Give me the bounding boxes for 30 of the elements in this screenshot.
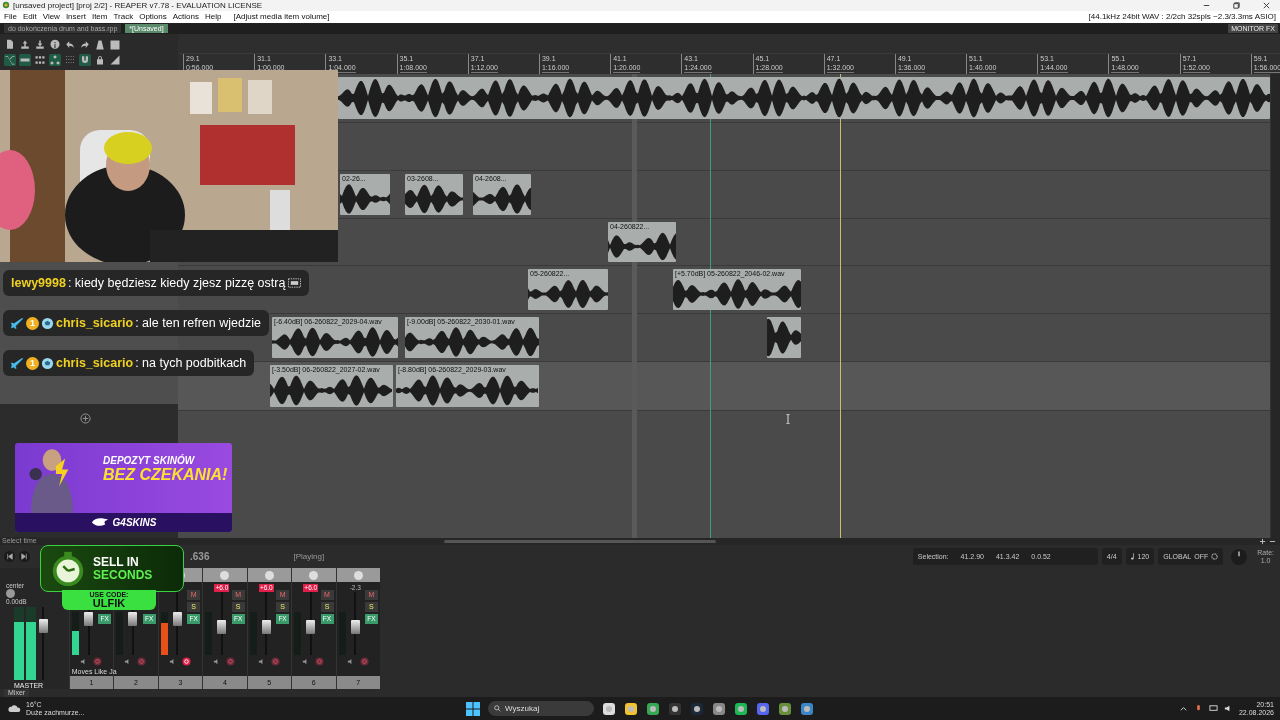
menu-item[interactable]: Track xyxy=(113,12,134,22)
chat-username: chris_sicario xyxy=(56,356,134,370)
audio-status: [44.1kHz 24bit WAV : 2/2ch 32spls ~2.3/3.3ms ASIO] xyxy=(1088,12,1276,22)
search-box[interactable]: Wyszukaj xyxy=(488,701,594,716)
menu-item[interactable]: Actions xyxy=(172,12,199,22)
promo-code: ULFIK xyxy=(92,599,126,608)
menu-item[interactable]: View xyxy=(42,12,60,22)
ad-headline: SECONDS xyxy=(93,568,153,582)
play-state: [Playing] xyxy=(293,552,325,562)
subscriber-badge: 1 xyxy=(26,316,39,330)
chat-text: : kiedy będziesz kiedy zjesz pizzę ostrą xyxy=(67,276,286,290)
menu-item[interactable]: Insert xyxy=(65,12,86,22)
menu-item[interactable]: File xyxy=(4,12,17,22)
subscriber-badge: 1 xyxy=(26,356,39,370)
chat-username: lewy9998 xyxy=(11,276,66,290)
action-hint: [Adjust media item volume] xyxy=(233,12,330,22)
ad-brand: G4SKINS xyxy=(112,517,157,528)
search-field[interactable]: Wyszukaj xyxy=(505,704,575,713)
menu-item[interactable]: Item xyxy=(91,12,108,22)
menu-item[interactable]: Edit xyxy=(22,12,37,22)
menu-item[interactable]: Help xyxy=(205,12,222,22)
ad-headline: BEZ CZEKANIA! xyxy=(103,466,228,484)
menu-item[interactable]: Options xyxy=(139,12,167,22)
chat-text: : na tych podbitkach xyxy=(135,356,247,370)
ad-headline: DEPOZYT SKINÓW xyxy=(103,455,195,466)
chat-text: : ale ten refren wjedzie xyxy=(135,316,261,330)
window-title: [unsaved project] [proj 2/2] - REAPER v7.78 - EVALUATION LICENSE xyxy=(13,1,263,10)
chat-username: chris_sicario xyxy=(56,316,134,330)
time-display: .636 xyxy=(190,551,210,563)
ad-headline: SELL IN xyxy=(93,555,140,569)
